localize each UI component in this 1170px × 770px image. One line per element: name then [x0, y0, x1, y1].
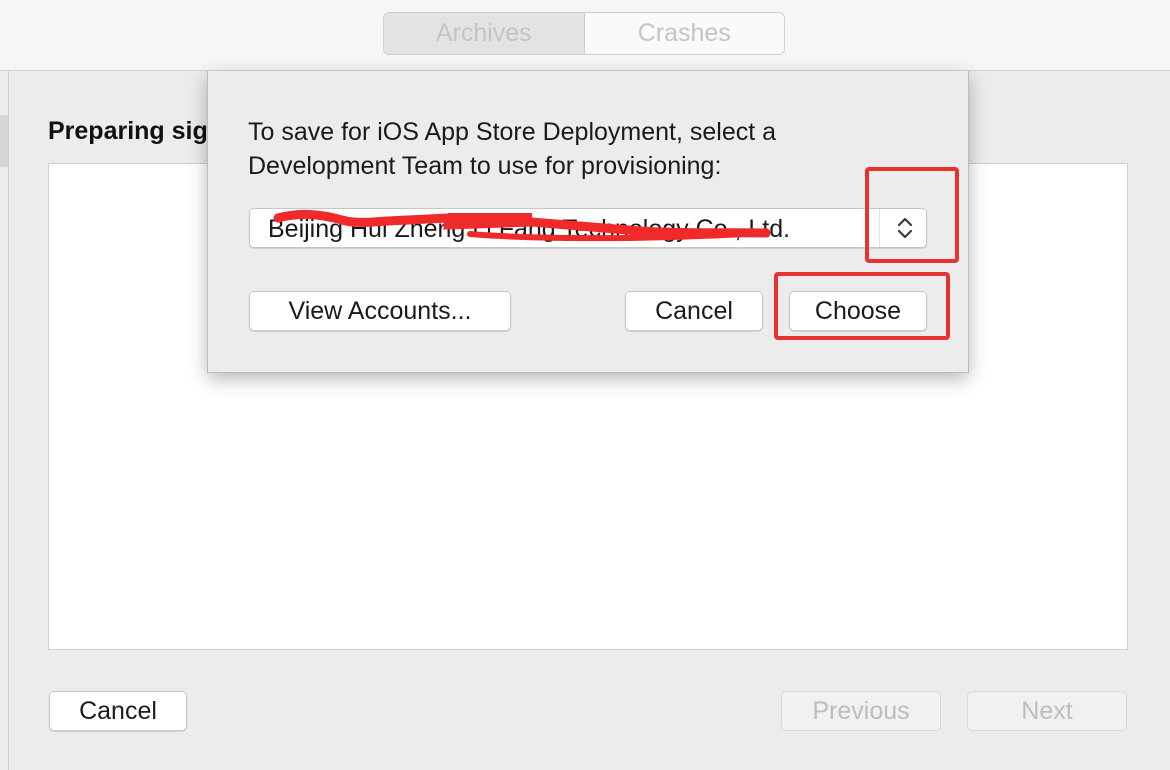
organizer-segmented-control: Archives Crashes	[383, 12, 785, 55]
annotation-box-chevron	[865, 167, 959, 263]
development-team-popup[interactable]: Beijing Hui Zheng Li Fang Technology Co.…	[249, 208, 927, 248]
sidebar-edge	[0, 115, 8, 167]
segment-crashes[interactable]: Crashes	[585, 13, 785, 54]
dialog-cancel-button[interactable]: Cancel	[625, 291, 763, 331]
sheet-cancel-button[interactable]: Cancel	[49, 691, 187, 731]
annotation-box-choose	[774, 272, 950, 340]
next-button[interactable]: Next	[967, 691, 1127, 731]
window-toolbar: Archives Crashes	[0, 0, 1170, 71]
segment-archives[interactable]: Archives	[384, 13, 585, 54]
development-team-value: Beijing Hui Zheng Li Fang Technology Co.…	[268, 215, 791, 243]
dialog-message: To save for iOS App Store Deployment, se…	[248, 118, 777, 180]
previous-button[interactable]: Previous	[781, 691, 941, 731]
view-accounts-button[interactable]: View Accounts...	[249, 291, 511, 331]
sheet-title: Preparing signing	[48, 117, 218, 145]
